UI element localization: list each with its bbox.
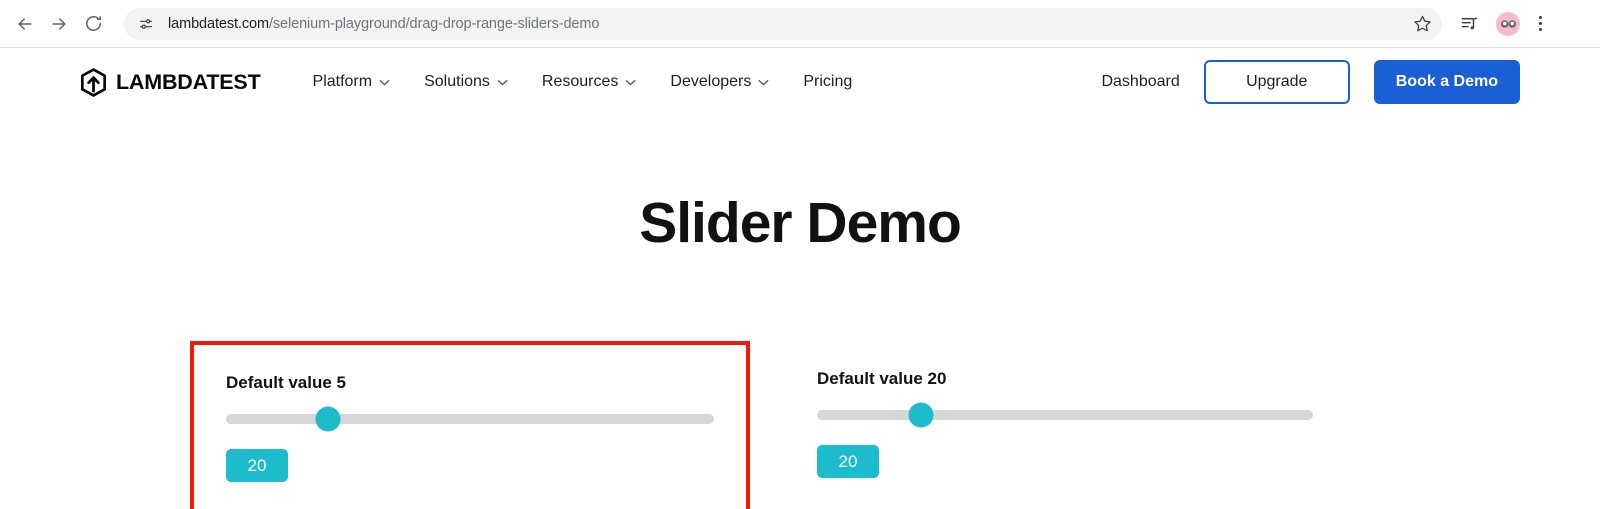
three-dot-menu-icon[interactable] [1528,9,1552,39]
logo-text: LAMBDATEST [116,69,261,94]
reload-icon[interactable] [76,7,110,41]
forward-arrow-icon[interactable] [42,7,76,41]
main-nav: Platform Solutions Resources Developers … [313,73,853,91]
url-domain: lambdatest.com [168,15,269,32]
browser-toolbar: lambdatest.com/selenium-playground/drag-… [0,0,1600,48]
nav-item-platform[interactable]: Platform [313,73,391,91]
nav-label: Developers [670,73,752,90]
nav-label: Platform [312,73,373,90]
chevron-down-icon [626,79,636,85]
page-title: Slider Demo [639,191,962,255]
nav-label: Pricing [803,73,853,90]
nav-item-resources[interactable]: Resources [542,73,636,91]
slider-value-badge: 20 [817,445,879,478]
slider-label: Default value 20 [817,369,947,388]
slider-thumb[interactable] [908,402,934,428]
header-actions: Dashboard Upgrade Book a Demo [1101,60,1520,104]
lambdatest-hexagon-arrow-logo [80,67,107,97]
address-bar[interactable]: lambdatest.com/selenium-playground/drag-… [124,7,1442,40]
page-content: LAMBDATEST Platform Solutions Resources … [0,48,1600,509]
slider-track[interactable] [226,406,714,432]
chevron-down-icon [758,79,769,85]
book-a-demo-button[interactable]: Book a Demo [1373,60,1520,104]
nav-item-pricing[interactable]: Pricing [803,73,852,91]
toolbar-right-actions [1450,9,1564,39]
chevron-down-icon [497,79,508,85]
lambdatest-logo[interactable]: LAMBDATEST [80,67,261,97]
media-playlist-icon[interactable] [1454,9,1484,39]
slider-grid: Default value 5 20 Default value 20 20 [190,341,1370,509]
nav-item-developers[interactable]: Developers [670,73,769,91]
nav-label: Resources [541,73,619,90]
site-settings-icon[interactable] [136,14,156,34]
slider-thumb[interactable] [315,406,341,432]
profile-avatar-icon[interactable] [1496,11,1520,36]
slider-value-badge: 20 [226,449,288,482]
slider-card-default-5[interactable]: Default value 5 20 [190,341,750,509]
dashboard-link[interactable]: Dashboard [1101,73,1179,91]
url-text: lambdatest.com/selenium-playground/drag-… [168,16,1402,32]
back-arrow-icon[interactable] [8,7,42,41]
slider-track[interactable] [817,402,1313,428]
chevron-down-icon [379,79,390,85]
star-icon[interactable] [1408,10,1436,38]
url-path: /selenium-playground/drag-drop-range-sli… [268,15,600,32]
nav-item-solutions[interactable]: Solutions [424,73,508,91]
slider-card-default-20[interactable]: Default value 20 20 [785,341,1345,509]
upgrade-button[interactable]: Upgrade [1203,60,1350,104]
slider-label: Default value 5 [226,373,346,392]
site-header: LAMBDATEST Platform Solutions Resources … [0,48,1600,116]
nav-label: Solutions [424,73,490,90]
